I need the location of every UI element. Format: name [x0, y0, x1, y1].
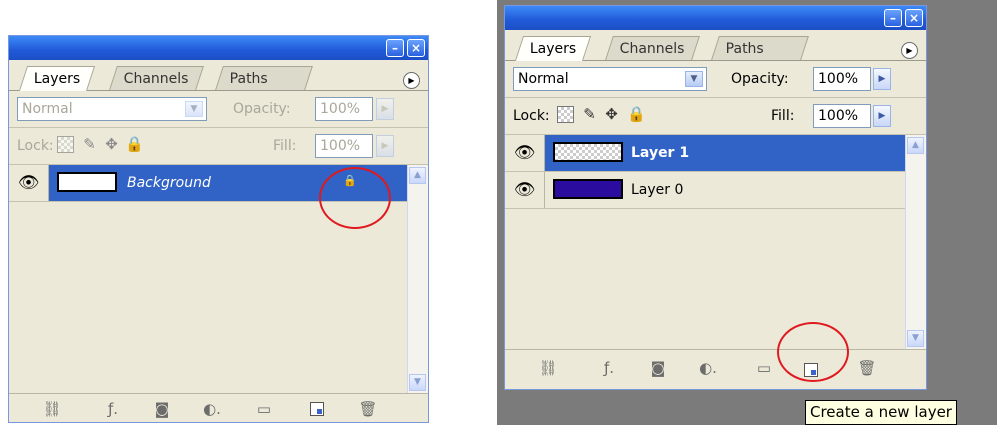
tab-layers[interactable]: Layers: [18, 66, 96, 91]
close-icon[interactable]: ×: [905, 9, 923, 27]
opacity-slider-icon[interactable]: ▶: [873, 68, 891, 90]
panel-tabbar: Layers Channels Paths ▶: [505, 30, 926, 61]
fill-field[interactable]: 100%: [813, 104, 871, 128]
blend-mode-select[interactable]: Normal ▼: [17, 97, 207, 121]
fill-label: Fill:: [273, 138, 297, 154]
new-group-icon[interactable]: ▭: [253, 399, 275, 419]
lock-brush-icon[interactable]: ✎: [581, 106, 598, 123]
fill-slider-icon[interactable]: ▶: [376, 135, 394, 157]
lock-row: Lock: ✎ ✥ 🔒 Fill: 100% ▶: [9, 128, 428, 165]
panel-menu-icon[interactable]: ▶: [403, 72, 420, 89]
panel-menu-icon[interactable]: ▶: [901, 42, 918, 59]
add-mask-icon[interactable]: ◙: [647, 358, 669, 378]
link-layers-icon[interactable]: ⛓: [39, 399, 65, 419]
layer-row-layer-0[interactable]: 👁 Layer 0: [505, 172, 905, 209]
opacity-slider-icon[interactable]: ▶: [376, 98, 394, 120]
lock-row: Lock: ✎ ✥ 🔒 Fill: 100% ▶: [505, 98, 926, 135]
panel-bottom-toolbar: ⛓ ƒ. ◙ ◐. ▭ 🗑: [9, 393, 428, 422]
new-group-icon[interactable]: ▭: [753, 358, 775, 378]
scroll-down-icon[interactable]: ▼: [409, 374, 426, 391]
panel-tabbar: Layers Channels Paths ▶: [9, 60, 428, 91]
tooltip: Create a new layer: [805, 400, 957, 425]
trash-icon[interactable]: 🗑: [857, 358, 877, 378]
fill-label: Fill:: [771, 108, 795, 124]
tab-paths[interactable]: Paths: [711, 36, 809, 60]
lock-move-icon[interactable]: ✥: [103, 136, 120, 153]
blend-row: Normal ▼ Opacity: 100% ▶: [9, 91, 428, 128]
adjustment-layer-icon[interactable]: ◐.: [199, 399, 225, 419]
chevron-down-icon[interactable]: ▼: [185, 101, 203, 117]
lock-transparent-icon[interactable]: [57, 136, 74, 153]
opacity-label: Opacity:: [233, 101, 291, 117]
blend-mode-value: Normal: [518, 71, 569, 87]
eye-icon[interactable]: 👁: [505, 172, 545, 208]
layers-scrollbar[interactable]: ▲ ▼: [407, 165, 428, 393]
lock-all-icon[interactable]: 🔒: [125, 136, 144, 153]
opacity-field[interactable]: 100%: [813, 67, 871, 91]
scroll-down-icon[interactable]: ▼: [907, 330, 924, 347]
close-icon[interactable]: ×: [407, 39, 425, 57]
fill-field[interactable]: 100%: [315, 134, 373, 158]
opacity-label: Opacity:: [731, 71, 789, 87]
scroll-up-icon[interactable]: ▲: [409, 167, 426, 184]
layer-row-layer-1[interactable]: 👁 Layer 1: [505, 135, 905, 172]
link-layers-icon[interactable]: ⛓: [535, 358, 561, 378]
layers-panel-right: – × Layers Channels Paths ▶ Normal ▼ Opa…: [504, 5, 927, 390]
layers-scrollbar[interactable]: ▲ ▼: [905, 135, 926, 349]
tab-layers[interactable]: Layers: [514, 36, 592, 61]
layer-style-icon[interactable]: ƒ.: [101, 399, 125, 419]
new-layer-icon[interactable]: [310, 402, 324, 416]
blend-row: Normal ▼ Opacity: 100% ▶: [505, 61, 926, 98]
blend-mode-select[interactable]: Normal ▼: [513, 67, 707, 91]
tab-channels[interactable]: Channels: [605, 36, 700, 60]
eye-icon[interactable]: 👁: [505, 135, 545, 171]
highlight-circle-lock: [319, 167, 391, 229]
layer-thumbnail: [553, 142, 623, 162]
fill-slider-icon[interactable]: ▶: [873, 105, 891, 127]
lock-label: Lock:: [17, 138, 54, 154]
adjustment-layer-icon[interactable]: ◐.: [695, 358, 721, 378]
minimize-icon[interactable]: –: [884, 9, 902, 27]
eye-icon[interactable]: 👁: [9, 165, 49, 201]
layer-name[interactable]: Background: [127, 165, 211, 201]
layer-thumbnail: [57, 172, 117, 192]
layers-panel-left: – × Layers Channels Paths ▶ Normal ▼ Opa…: [8, 35, 429, 423]
panel-bottom-toolbar: ⛓ ƒ. ◙ ◐. ▭ 🗑: [505, 349, 926, 389]
highlight-circle-new-layer: [777, 322, 849, 382]
lock-transparent-icon[interactable]: [557, 106, 574, 123]
panel-titlebar[interactable]: – ×: [9, 36, 428, 60]
layer-name[interactable]: Layer 1: [631, 135, 689, 171]
layers-list: 👁 Layer 1 👁 Layer 0 ▲ ▼: [505, 135, 926, 349]
lock-move-icon[interactable]: ✥: [603, 106, 620, 123]
layer-name[interactable]: Layer 0: [631, 172, 683, 208]
layer-thumbnail: [553, 179, 623, 199]
lock-all-icon[interactable]: 🔒: [627, 106, 646, 123]
blend-mode-value: Normal: [22, 101, 73, 117]
tab-paths[interactable]: Paths: [215, 66, 313, 90]
lock-label: Lock:: [513, 108, 550, 124]
scroll-up-icon[interactable]: ▲: [907, 137, 924, 154]
minimize-icon[interactable]: –: [386, 39, 404, 57]
tab-channels[interactable]: Channels: [109, 66, 204, 90]
layer-style-icon[interactable]: ƒ.: [597, 358, 621, 378]
panel-titlebar[interactable]: – ×: [505, 6, 926, 30]
opacity-field[interactable]: 100%: [315, 97, 373, 121]
add-mask-icon[interactable]: ◙: [151, 399, 173, 419]
lock-brush-icon[interactable]: ✎: [81, 136, 98, 153]
chevron-down-icon[interactable]: ▼: [685, 71, 703, 87]
trash-icon[interactable]: 🗑: [358, 399, 378, 419]
